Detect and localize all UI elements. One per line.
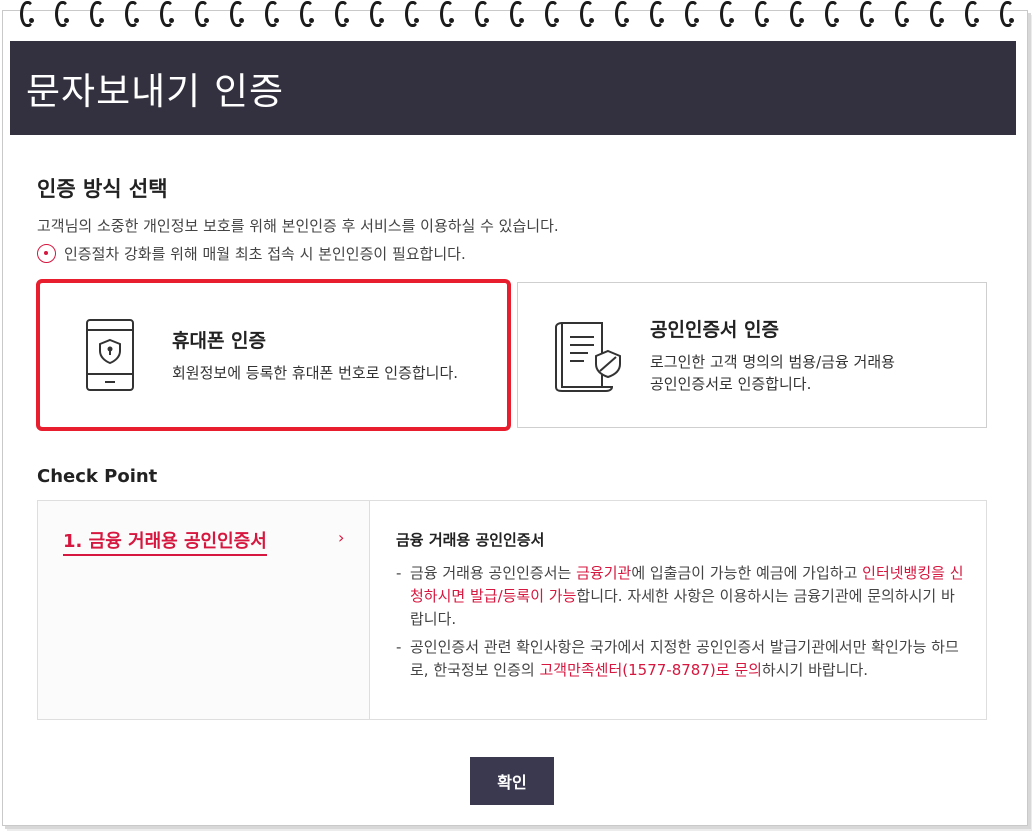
- check-point-detail-title: 금융 거래용 공인인증서: [396, 531, 545, 549]
- spiral-ring: [860, 1, 874, 27]
- spiral-ring: [335, 1, 349, 27]
- spiral-ring: [895, 1, 909, 27]
- spiral-ring: [790, 1, 804, 27]
- bullet-2-text: 공인인증서 관련 확인사항은 국가에서 지정한 공인인증서 발급기관에서만 확인…: [410, 636, 966, 682]
- certificate-auth-title: 공인인증서 인증: [650, 319, 779, 341]
- bullet-dash: -: [396, 564, 402, 582]
- spiral-ring: [930, 1, 944, 27]
- spiral-ring: [1000, 1, 1014, 27]
- spiral-ring: [160, 1, 174, 27]
- spiral-ring: [755, 1, 769, 27]
- detail-bullet-2: - 공인인증서 관련 확인사항은 국가에서 지정한 공인인증서 발급기관에서만 …: [396, 636, 966, 682]
- spiral-ring: [685, 1, 699, 27]
- check-point-menu: 1. 금융 거래용 공인인증서 ›: [38, 501, 370, 719]
- spiral-ring: [55, 1, 69, 27]
- phone-auth-title: 휴대폰 인증: [172, 330, 267, 352]
- spiral-ring: [405, 1, 419, 27]
- bullet-1-text-b: 에 입출금이 가능한 예금에 가입하고: [631, 564, 863, 582]
- spiral-ring: [440, 1, 454, 27]
- spiral-binding: [0, 0, 1032, 30]
- spiral-ring: [580, 1, 594, 27]
- section-title: 인증 방식 선택: [37, 177, 168, 201]
- bullet-2-text-b: 하시기 바랍니다.: [761, 661, 869, 679]
- spiral-ring: [825, 1, 839, 27]
- notice-dot-icon: [37, 244, 56, 263]
- spiral-ring: [545, 1, 559, 27]
- detail-bullet-1: - 금융 거래용 공인인증서는 금융기관에 입출금이 가능한 예금에 가입하고 …: [396, 562, 966, 631]
- phone-auth-desc: 회원정보에 등록한 휴대폰 번호로 인증합니다.: [172, 364, 459, 382]
- spiral-ring: [475, 1, 489, 27]
- spiral-ring: [510, 1, 524, 27]
- spiral-ring: [90, 1, 104, 27]
- check-point-detail: 금융 거래용 공인인증서 - 금융 거래용 공인인증서는 금융기관에 입출금이 …: [396, 529, 966, 687]
- spiral-ring: [370, 1, 384, 27]
- spiral-ring: [615, 1, 629, 27]
- spiral-ring: [230, 1, 244, 27]
- notice-text: 인증절차 강화를 위해 매월 최초 접속 시 본인인증이 필요합니다.: [64, 245, 466, 263]
- certificate-auth-desc-line2: 공인인증서로 인증합니다.: [650, 375, 812, 393]
- spiral-ring: [300, 1, 314, 27]
- phone-shield-icon: [68, 318, 152, 392]
- bullet-2-highlight: 고객만족센터(1577-8787)로 문의: [539, 661, 762, 679]
- spiral-ring: [20, 1, 34, 27]
- page-header: 문자보내기 인증: [10, 41, 1016, 135]
- chevron-right-icon[interactable]: ›: [338, 528, 344, 547]
- spiral-ring: [650, 1, 664, 27]
- spiral-ring: [195, 1, 209, 27]
- bullet-1-highlight-a: 금융기관: [576, 564, 632, 582]
- certificate-auth-desc: 로그인한 고객 명의의 범용/금융 거래용 공인인증서로 인증합니다.: [650, 351, 895, 395]
- page-title: 문자보내기 인증: [26, 70, 285, 113]
- spiral-ring: [265, 1, 279, 27]
- certificate-shield-icon: [546, 317, 630, 393]
- bullet-dash: -: [396, 638, 402, 656]
- certificate-auth-desc-line1: 로그인한 고객 명의의 범용/금융 거래용: [650, 353, 895, 371]
- certificate-auth-option[interactable]: 공인인증서 인증 로그인한 고객 명의의 범용/금융 거래용 공인인증서로 인증…: [517, 282, 987, 428]
- phone-auth-option[interactable]: 휴대폰 인증 회원정보에 등록한 휴대폰 번호로 인증합니다.: [36, 279, 511, 431]
- notice-line: 인증절차 강화를 위해 매월 최초 접속 시 본인인증이 필요합니다.: [37, 243, 466, 264]
- bullet-1-text-a: 금융 거래용 공인인증서는: [410, 564, 577, 582]
- spiral-ring: [125, 1, 139, 27]
- check-point-item-certificate[interactable]: 1. 금융 거래용 공인인증서: [63, 527, 267, 556]
- check-point-title: Check Point: [37, 466, 158, 487]
- bullet-1-text: 금융 거래용 공인인증서는 금융기관에 입출금이 가능한 예금에 가입하고 인터…: [410, 562, 966, 631]
- spiral-ring: [965, 1, 979, 27]
- spiral-ring: [720, 1, 734, 27]
- check-point-panel: 1. 금융 거래용 공인인증서 › 금융 거래용 공인인증서 - 금융 거래용 …: [37, 500, 987, 720]
- section-description: 고객님의 소중한 개인정보 보호를 위해 본인인증 후 서비스를 이용하실 수 …: [37, 217, 559, 235]
- confirm-button[interactable]: 확인: [470, 757, 554, 805]
